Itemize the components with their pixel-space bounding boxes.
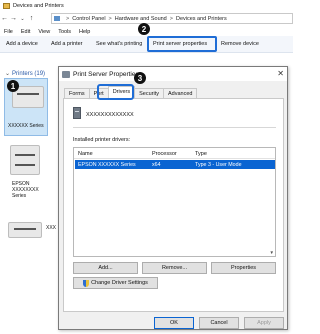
printer-icon[interactable] — [8, 222, 42, 238]
ok-button[interactable]: OK — [154, 317, 194, 329]
printer-label: XXXXXX Series — [8, 123, 44, 129]
add-driver-button[interactable]: Add... — [73, 262, 138, 274]
drivers-list[interactable]: Name Processor Type ▲ EPSON XXXXXX Serie… — [73, 147, 276, 257]
tab-forms[interactable]: Forms — [64, 88, 90, 98]
scroll-down-icon[interactable]: ▼ — [270, 250, 274, 255]
printers-group-header[interactable]: ⌄ Printers (19) — [5, 70, 45, 77]
remove-device-button[interactable]: Remove device — [221, 41, 259, 47]
properties-button[interactable]: Properties — [211, 262, 276, 274]
dialog-titlebar: Print Server Properties — [59, 67, 287, 81]
printer-icon[interactable] — [10, 145, 40, 175]
dialog-title: Print Server Properties — [73, 70, 139, 78]
up-arrow-icon[interactable]: ↑ — [27, 14, 36, 23]
breadcrumb-hardware-and-sound[interactable]: Hardware and Sound — [115, 16, 167, 22]
see-whats-printing-button[interactable]: See what's printing — [96, 41, 142, 47]
shield-icon — [83, 279, 90, 287]
print-server-highlight — [147, 36, 217, 52]
forward-arrow-icon[interactable]: → — [9, 14, 18, 23]
tab-security[interactable]: Security — [134, 88, 164, 98]
add-printer-button[interactable]: Add a printer — [51, 41, 83, 47]
tab-advanced[interactable]: Advanced — [162, 88, 198, 98]
navigation-bar: ← → ⌄ ↑ > Control Panel > Hardware and S… — [0, 13, 293, 24]
folder-icon — [3, 2, 10, 9]
change-driver-settings-button[interactable]: Change Driver Settings — [73, 277, 158, 289]
driver-type-cell: Type 3 - User Mode — [195, 162, 242, 168]
driver-name-cell: EPSON XXXXXX Series — [78, 162, 136, 168]
address-bar[interactable]: > Control Panel > Hardware and Sound > D… — [51, 13, 293, 24]
apply-button[interactable]: Apply — [244, 317, 284, 329]
breadcrumb-control-panel[interactable]: Control Panel — [72, 16, 105, 22]
callout-2: 2 — [138, 23, 150, 35]
menu-view[interactable]: View — [38, 29, 50, 35]
column-name[interactable]: Name — [78, 151, 93, 157]
installed-drivers-label: Installed printer drivers: — [73, 137, 131, 143]
window-title: Devices and Printers — [13, 2, 64, 9]
add-device-button[interactable]: Add a device — [6, 41, 38, 47]
column-processor[interactable]: Processor — [152, 151, 177, 157]
breadcrumb-devices-and-printers[interactable]: Devices and Printers — [176, 16, 227, 22]
table-row[interactable]: EPSON XXXXXX Series x64 Type 3 - User Mo… — [75, 160, 275, 169]
menu-file[interactable]: File — [4, 29, 13, 35]
server-icon — [73, 107, 81, 119]
printer-label: XXX — [46, 225, 57, 231]
printer-label: EPSON XXXXXXXX Series — [12, 181, 39, 199]
menu-tools[interactable]: Tools — [58, 29, 71, 35]
drivers-panel: XXXXXXXXXXXXX Installed printer drivers:… — [63, 98, 284, 312]
chevron-down-icon: ⌄ — [5, 71, 11, 77]
back-arrow-icon[interactable]: ← — [0, 14, 9, 23]
drivers-tab-highlight — [97, 84, 134, 100]
print-server-properties-dialog: Print Server Properties ✕ Forms Port Dri… — [58, 66, 288, 330]
driver-processor-cell: x64 — [152, 162, 161, 168]
cancel-button[interactable]: Cancel — [199, 317, 239, 329]
menu-bar: File Edit View Tools Help — [4, 29, 90, 35]
menu-help[interactable]: Help — [79, 29, 90, 35]
control-panel-icon — [54, 16, 60, 21]
menu-edit[interactable]: Edit — [21, 29, 30, 35]
remove-driver-button[interactable]: Remove... — [142, 262, 207, 274]
callout-1: 1 — [7, 80, 19, 92]
callout-3: 3 — [134, 72, 146, 84]
column-type[interactable]: Type — [195, 151, 207, 157]
window-titlebar: Devices and Printers — [0, 0, 293, 11]
recent-dropdown-icon[interactable]: ⌄ — [18, 14, 27, 23]
list-header: Name Processor Type — [74, 148, 275, 159]
server-name: XXXXXXXXXXXXX — [86, 112, 134, 118]
close-icon[interactable]: ✕ — [277, 69, 284, 78]
divider — [73, 127, 276, 128]
printer-icon — [62, 70, 70, 78]
